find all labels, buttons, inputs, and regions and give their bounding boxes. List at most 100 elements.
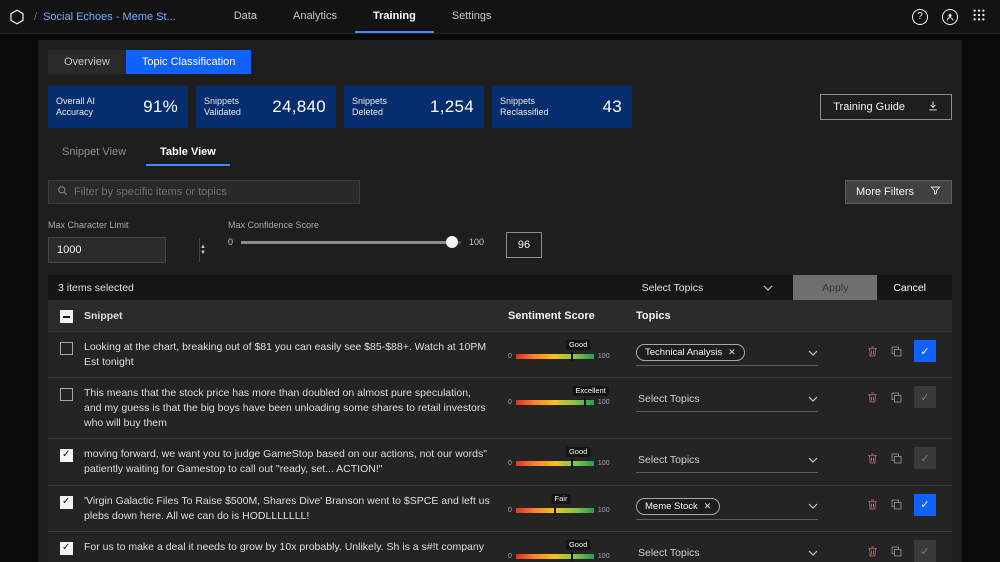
filter-search-input[interactable]: [74, 186, 351, 198]
topics-dropdown-label: Select Topics: [638, 546, 700, 559]
snippet-text: This means that the stock price has more…: [84, 387, 486, 429]
chevron-down-icon: [808, 503, 818, 510]
approve-button[interactable]: ✓: [914, 340, 936, 362]
topics-dropdown[interactable]: Select Topics: [636, 540, 818, 562]
user-avatar-icon[interactable]: [942, 8, 958, 25]
stepper-down-icon[interactable]: ▼: [200, 250, 206, 256]
delete-icon[interactable]: [866, 391, 879, 404]
batch-select-topics-dropdown[interactable]: Select Topics: [632, 275, 784, 300]
sentiment-marker: [571, 552, 574, 562]
nav-label: Training: [373, 9, 416, 22]
approve-button[interactable]: ✓: [914, 447, 936, 470]
copy-icon[interactable]: [890, 345, 903, 358]
app-window: / Social Echoes - Meme St... Data Analyt…: [0, 0, 1000, 562]
topics-dropdown[interactable]: Select Topics: [636, 386, 818, 413]
sentiment-gradient-bar: [515, 505, 594, 515]
app-title[interactable]: Social Echoes - Meme St...: [43, 11, 176, 23]
batch-apply-button[interactable]: Apply: [793, 275, 878, 300]
confidence-slider-row: 0 100: [228, 236, 484, 248]
tab-topic-classification[interactable]: Topic Classification: [125, 50, 252, 74]
more-filters-button[interactable]: More Filters: [844, 180, 952, 204]
sentiment-min: 0: [508, 460, 512, 468]
tab-label: Overview: [64, 56, 110, 68]
tab-snippet-view[interactable]: Snippet View: [48, 142, 140, 166]
table-row: This means that the stock price has more…: [48, 377, 952, 439]
delete-icon[interactable]: [866, 545, 879, 558]
sentiment-max: 100: [597, 553, 610, 561]
confidence-value-box[interactable]: 96: [506, 232, 543, 258]
help-icon[interactable]: ?: [912, 8, 928, 25]
delete-icon[interactable]: [866, 498, 879, 511]
tab-table-view[interactable]: Table View: [146, 142, 230, 166]
view-tabs: Snippet View Table View: [48, 142, 952, 166]
copy-icon[interactable]: [890, 391, 903, 404]
sentiment-min: 0: [508, 506, 512, 514]
max-confidence-score-label: Max Confidence Score: [228, 220, 320, 230]
select-all-checkbox[interactable]: [59, 309, 73, 323]
app-switcher-icon[interactable]: [972, 8, 986, 25]
row-checkbox[interactable]: [59, 449, 73, 463]
row-checkbox[interactable]: [59, 495, 73, 509]
tag-close-icon[interactable]: ✕: [704, 501, 712, 512]
metric-card-reclassified: Snippets Reclassified 43: [492, 86, 632, 128]
slider-min-label: 0: [228, 237, 234, 247]
batch-cancel-button[interactable]: Cancel: [877, 275, 942, 300]
filter-row: More Filters: [48, 180, 952, 204]
confidence-slider-track[interactable]: [241, 236, 462, 248]
nav-item-training[interactable]: Training: [355, 0, 434, 33]
table-header-row: Snippet Sentiment Score Topics: [48, 301, 952, 331]
topic-tag[interactable]: Meme Stock ✕: [636, 497, 721, 515]
table-row: 'Virgin Galactic Files To Raise $500M, S…: [48, 484, 952, 532]
tab-overview[interactable]: Overview: [48, 50, 126, 74]
topics-dropdown-label: Select Topics: [638, 392, 700, 405]
topic-tag[interactable]: Technical Analysis ✕: [636, 344, 745, 361]
table-row: moving forward, we want you to judge Gam…: [48, 438, 952, 485]
controls-row: Max Character Limit ▲▼ Max Confidence Sc…: [48, 220, 952, 263]
sentiment-min: 0: [508, 553, 512, 561]
approve-button[interactable]: ✓: [914, 386, 936, 409]
snippet-text: Looking at the chart, breaking out of $8…: [84, 341, 487, 368]
delete-icon[interactable]: [866, 452, 879, 465]
topic-tag-label: Technical Analysis: [645, 347, 723, 358]
nav-item-analytics[interactable]: Analytics: [275, 0, 355, 33]
table-row: Looking at the chart, breaking out of $8…: [48, 331, 952, 378]
approve-button[interactable]: ✓: [914, 493, 936, 516]
snippet-text: 'Virgin Galactic Files To Raise $500M, S…: [84, 494, 490, 522]
column-header-topics: Topics: [636, 310, 671, 322]
max-character-limit-input[interactable]: [49, 244, 199, 256]
training-guide-label: Training Guide: [833, 101, 905, 113]
sentiment-max: 100: [597, 353, 610, 360]
sentiment-gradient-bar: [515, 352, 594, 361]
chevron-down-icon: [808, 350, 818, 356]
product-logo-icon[interactable]: [0, 0, 34, 34]
sentiment-gradient-bar: [515, 459, 594, 469]
nav-item-data[interactable]: Data: [216, 0, 275, 33]
metrics-row: Overall AI Accuracy 91% Snippets Validat…: [48, 86, 952, 128]
topics-dropdown[interactable]: Technical Analysis ✕: [636, 340, 818, 366]
metric-card-deleted: Snippets Deleted 1,254: [344, 86, 484, 128]
training-guide-button[interactable]: Training Guide: [820, 94, 952, 120]
sentiment-marker: [571, 352, 574, 361]
topics-dropdown[interactable]: Meme Stock ✕: [636, 494, 818, 520]
breadcrumb-slash: /: [34, 10, 38, 23]
header-icons: ?: [912, 8, 1000, 25]
topics-dropdown[interactable]: Select Topics: [636, 447, 818, 474]
stepper-arrows[interactable]: ▲ ▼: [199, 238, 206, 262]
confidence-slider-handle[interactable]: [446, 236, 459, 248]
copy-icon[interactable]: [890, 545, 903, 558]
row-checkbox[interactable]: [59, 342, 73, 355]
tag-close-icon[interactable]: ✕: [728, 347, 736, 358]
approve-button[interactable]: ✓: [914, 540, 936, 562]
items-selected-count: 3 items selected: [58, 281, 134, 294]
nav-item-settings[interactable]: Settings: [434, 0, 510, 33]
sentiment-marker: [571, 459, 574, 469]
copy-icon[interactable]: [890, 452, 903, 465]
copy-icon[interactable]: [890, 498, 903, 511]
sentiment-label: Good: [565, 540, 591, 551]
column-header-sentiment: Sentiment Score: [508, 310, 595, 322]
delete-icon[interactable]: [866, 345, 879, 358]
metric-card-accuracy: Overall AI Accuracy 91%: [48, 86, 188, 128]
row-checkbox[interactable]: [59, 542, 73, 556]
batch-actions: Select Topics Apply Cancel: [632, 275, 942, 300]
row-checkbox[interactable]: [59, 388, 73, 402]
